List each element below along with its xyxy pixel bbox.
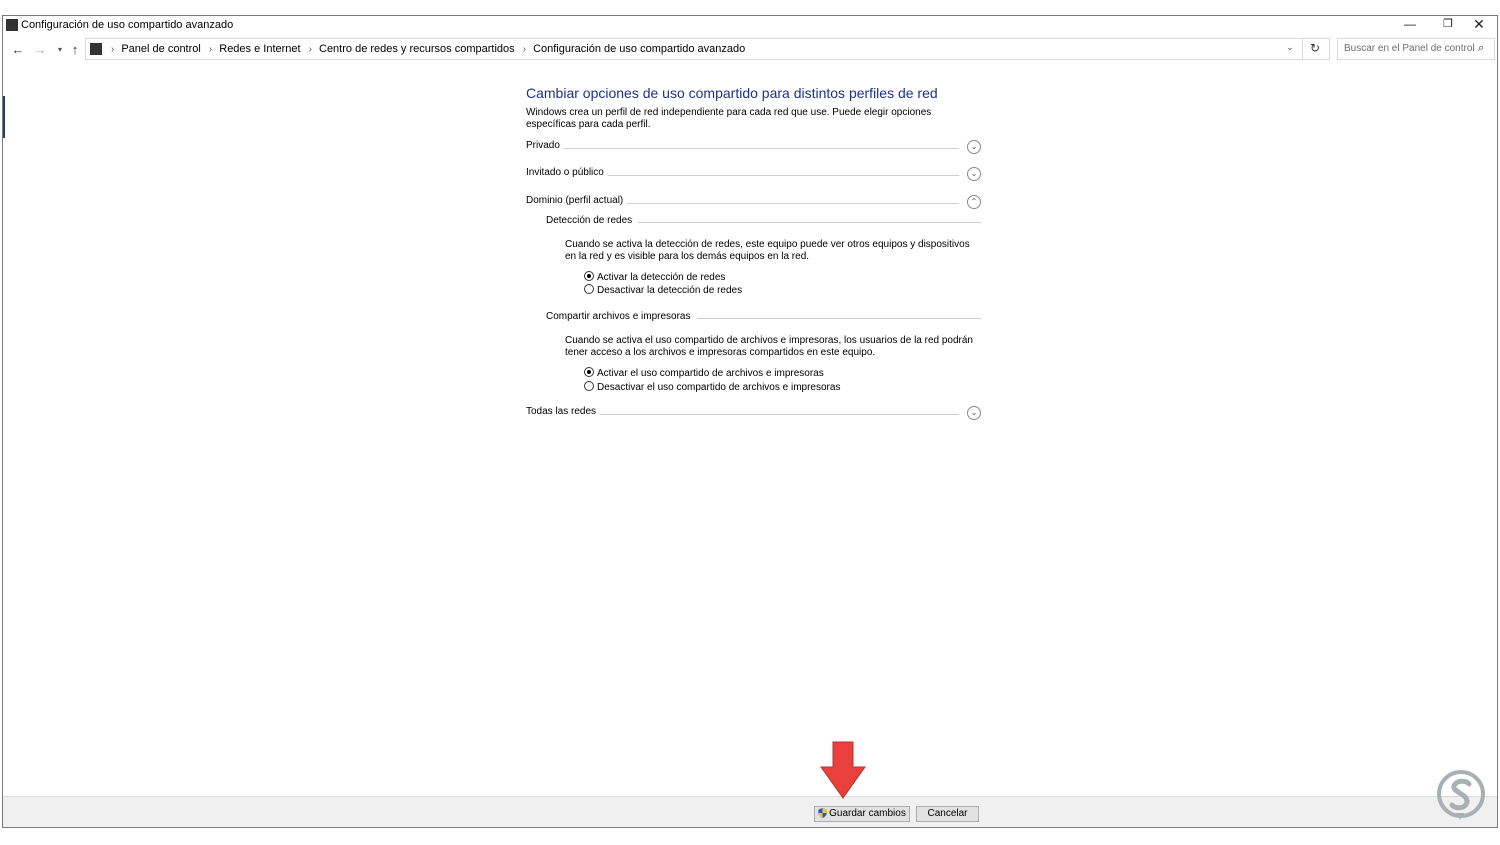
main-content: Cambiar opciones de uso compartido para … [3, 16, 1497, 827]
radio-desactivar-compartir[interactable]: Desactivar el uso compartido de archivos… [584, 381, 840, 394]
section-label: Privado [526, 140, 564, 151]
radio-unselected-icon[interactable] [584, 381, 594, 391]
network-discovery-description: Cuando se activa la detección de redes, … [565, 239, 970, 262]
intro-text: Windows crea un perfil de red independie… [526, 107, 932, 130]
radio-label: Activar el uso compartido de archivos e … [597, 368, 824, 379]
subsection-deteccion-redes: Detección de redes [546, 215, 981, 229]
radio-activar-compartir[interactable]: Activar el uso compartido de archivos e … [584, 367, 824, 380]
expand-chevron-icon[interactable]: ⌄ [967, 140, 981, 154]
watermark-logo [1437, 770, 1485, 820]
expand-chevron-icon[interactable]: ⌄ [967, 406, 981, 420]
control-panel-window: Configuración de uso compartido avanzado… [2, 15, 1498, 828]
section-todas-las-redes[interactable]: Todas las redes ⌄ [526, 406, 981, 422]
page-title: Cambiar opciones de uso compartido para … [526, 85, 938, 101]
expand-chevron-icon[interactable]: ⌄ [967, 167, 981, 181]
section-label: Invitado o público [526, 167, 608, 178]
collapse-chevron-icon[interactable]: ⌃ [967, 195, 981, 209]
footer-bar: Guardar cambios Cancelar [3, 796, 1497, 827]
subsection-title: Compartir archivos e impresoras [546, 311, 697, 322]
radio-activar-deteccion[interactable]: Activar la detección de redes [584, 271, 725, 284]
file-sharing-description: Cuando se activa el uso compartido de ar… [565, 335, 973, 358]
radio-desactivar-deteccion[interactable]: Desactivar la detección de redes [584, 284, 742, 297]
section-label: Todas las redes [526, 406, 601, 417]
save-button-label: Guardar cambios [829, 808, 906, 819]
section-privado[interactable]: Privado ⌄ [526, 140, 981, 156]
radio-selected-icon[interactable] [584, 271, 594, 281]
radio-unselected-icon[interactable] [584, 284, 594, 294]
red-down-arrow-annotation [820, 741, 866, 799]
radio-label: Desactivar la detección de redes [597, 285, 743, 296]
cancel-button[interactable]: Cancelar [916, 806, 979, 822]
section-invitado-publico[interactable]: Invitado o público ⌄ [526, 167, 981, 183]
uac-shield-icon [818, 808, 827, 818]
section-label: Dominio (perfil actual) [526, 195, 628, 206]
subsection-compartir-archivos: Compartir archivos e impresoras [546, 311, 981, 325]
save-changes-button[interactable]: Guardar cambios [814, 806, 910, 822]
radio-label: Activar la detección de redes [597, 272, 726, 283]
radio-selected-icon[interactable] [584, 367, 594, 377]
subsection-title: Detección de redes [546, 215, 639, 226]
radio-label: Desactivar el uso compartido de archivos… [597, 382, 841, 393]
section-divider [526, 148, 959, 149]
section-dominio[interactable]: Dominio (perfil actual) ⌃ [526, 195, 981, 211]
